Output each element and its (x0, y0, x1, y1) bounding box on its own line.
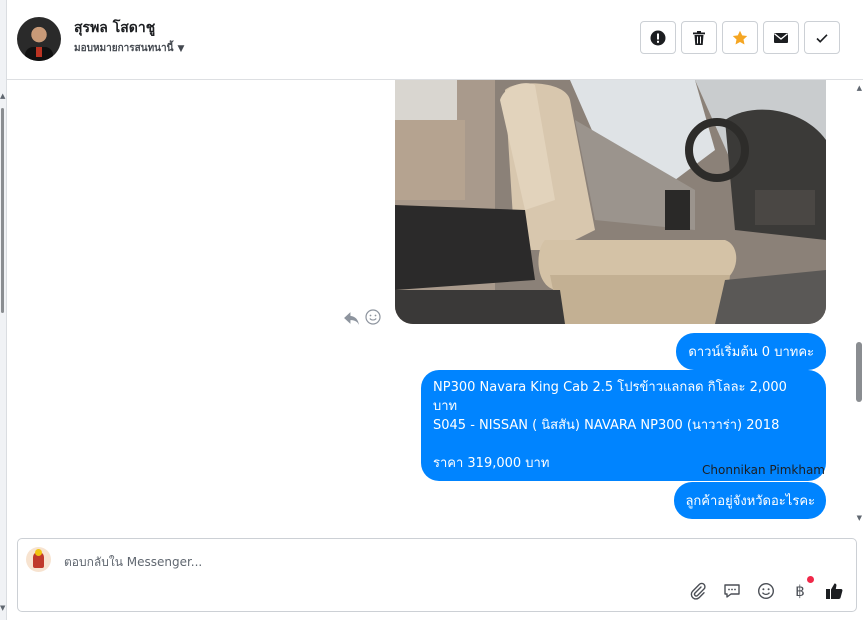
right-scrollbar[interactable]: ▲ ▼ (854, 80, 863, 528)
message-text: ลูกค้าอยู่จังหวัดอะไรคะ (685, 494, 815, 509)
reply-composer: ฿ (17, 538, 857, 612)
emoji-button[interactable] (756, 581, 776, 601)
composer-tools: ฿ (688, 576, 844, 601)
like-button[interactable] (824, 581, 844, 601)
assign-label: มอบหมายการสนทนานี้ (74, 43, 174, 54)
message-bubble[interactable]: ลูกค้าอยู่จังหวัดอะไรคะ (674, 482, 826, 519)
message-line: NP300 Navara King Cab 2.5 โปรข้าวแลกลด ก… (433, 380, 787, 414)
attach-button[interactable] (688, 581, 708, 601)
conversation-header: สุรพล โสดาชู มอบหมายการสนทนานี้ ▼ (7, 0, 863, 80)
baht-icon: ฿ (795, 582, 805, 600)
check-icon (816, 33, 828, 43)
notification-dot (807, 576, 814, 583)
emoji-icon (757, 582, 775, 600)
message-thread[interactable]: ดาวน์เริ่มต้น 0 บาทคะ NP300 Navara King … (7, 80, 863, 528)
reply-icon[interactable] (343, 310, 360, 327)
car-interior-image (395, 80, 826, 324)
star-button[interactable] (722, 21, 758, 54)
assign-conversation-dropdown[interactable]: มอบหมายการสนทนานี้ ▼ (74, 41, 184, 56)
trash-icon (693, 30, 705, 45)
sender-name: Chonnikan Pimkham (702, 463, 825, 477)
star-icon (732, 30, 748, 44)
saved-reply-icon (724, 584, 740, 598)
message-line: S045 - NISSAN ( นิสสัน) NAVARA NP300 (นา… (433, 418, 780, 433)
mark-done-button[interactable] (804, 21, 840, 54)
payment-button[interactable]: ฿ (790, 576, 814, 601)
paperclip-icon (690, 582, 706, 600)
reply-input[interactable] (62, 551, 666, 573)
car-interior-photo[interactable] (395, 80, 826, 324)
message-text: ดาวน์เริ่มต้น 0 บาทคะ (688, 345, 814, 360)
left-scrollbar[interactable]: ▲ ▼ (0, 0, 7, 620)
page-avatar (26, 547, 51, 572)
header-actions (640, 21, 840, 54)
caret-down-icon: ▼ (177, 43, 185, 54)
message-bubble[interactable]: ดาวน์เริ่มต้น 0 บาทคะ (676, 333, 826, 370)
thumbs-up-icon (826, 583, 843, 599)
scroll-up-arrow[interactable]: ▲ (857, 84, 862, 92)
mark-spam-button[interactable] (640, 21, 676, 54)
react-emoji-icon[interactable] (365, 309, 381, 325)
contact-name[interactable]: สุรพล โสดาชู (74, 17, 155, 39)
mark-unread-button[interactable] (763, 21, 799, 54)
saved-reply-button[interactable] (722, 581, 742, 601)
scroll-up-arrow[interactable]: ▲ (0, 92, 5, 100)
contact-avatar[interactable] (17, 17, 61, 61)
alert-icon (650, 30, 666, 45)
scroll-down-arrow[interactable]: ▼ (0, 604, 5, 612)
delete-button[interactable] (681, 21, 717, 54)
scroll-down-arrow[interactable]: ▼ (857, 514, 862, 522)
envelope-icon (774, 32, 788, 43)
left-scrollbar-thumb[interactable] (1, 108, 4, 313)
right-scrollbar-thumb[interactable] (856, 342, 862, 402)
